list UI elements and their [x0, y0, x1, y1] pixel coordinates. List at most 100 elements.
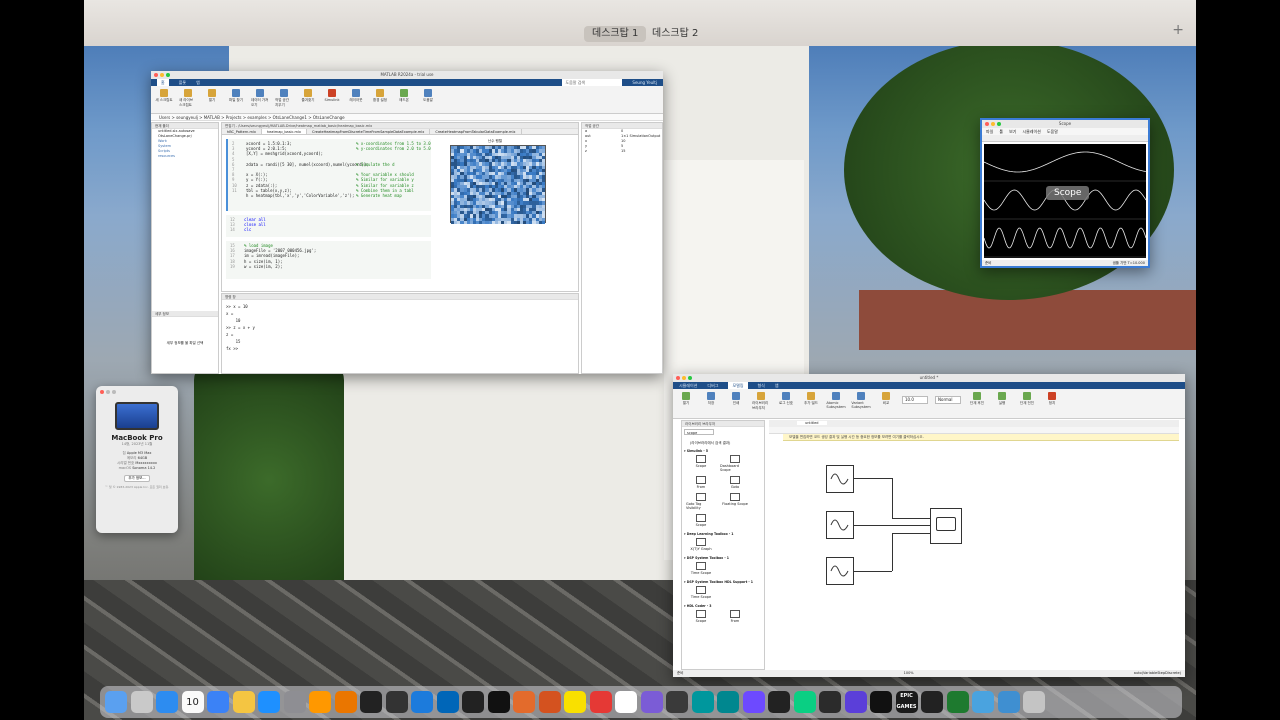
save-button[interactable]: 저장: [702, 392, 720, 415]
signal-line[interactable]: [892, 518, 930, 519]
model-tab[interactable]: untitled: [797, 421, 827, 425]
library-browser-button[interactable]: 라이브러리 브라우저: [752, 392, 770, 415]
vectorworks2-icon[interactable]: [844, 691, 867, 713]
menu-simulation[interactable]: 시뮬레이션: [1022, 128, 1040, 135]
code-line[interactable]: 14 clc: [230, 227, 427, 232]
appstore-icon[interactable]: [258, 691, 280, 713]
mail-icon[interactable]: [207, 691, 229, 713]
folder-icon[interactable]: [972, 691, 994, 713]
help-search-input[interactable]: 도움말 검색: [562, 79, 623, 86]
library-block[interactable]: From: [720, 610, 750, 623]
pixelmator-icon[interactable]: [666, 691, 688, 713]
addons-button[interactable]: 애드온: [395, 89, 413, 103]
tab-apps[interactable]: 앱: [775, 382, 779, 389]
signal-line[interactable]: [892, 478, 893, 518]
sine-wave-block-1[interactable]: [826, 465, 854, 493]
menu-help[interactable]: 도움말: [1047, 128, 1058, 135]
matlab-icon[interactable]: [513, 691, 535, 713]
editor-tab[interactable]: CreateHeatmapFromDiscreteTimeFromSampleD…: [307, 129, 431, 134]
signal-line[interactable]: [892, 533, 930, 534]
simulink-window[interactable]: untitled * 시뮬레이션 디버그 모델링 형식 앱 열기 저장 인쇄 라…: [673, 374, 1185, 677]
sim-mode-select[interactable]: Normal: [935, 396, 961, 404]
zoom-button[interactable]: [997, 122, 1001, 126]
terminal-icon[interactable]: [921, 691, 943, 713]
find-files-button[interactable]: 파일 찾기: [227, 89, 245, 103]
photomator-icon[interactable]: [640, 691, 663, 713]
epicgames-icon[interactable]: EPIC GAMES: [895, 691, 918, 713]
close-button[interactable]: [100, 390, 104, 394]
signal-line[interactable]: [854, 525, 930, 526]
solver-info[interactable]: auto(VariableStepDiscrete): [1134, 670, 1181, 677]
open-button[interactable]: 열기: [677, 392, 695, 415]
run-button[interactable]: 실행: [993, 392, 1011, 415]
figma-icon[interactable]: [793, 691, 816, 713]
calendar-icon[interactable]: 10: [181, 691, 204, 713]
editor-tab[interactable]: hBC_Pattern.mlx: [222, 129, 262, 134]
inkscape-icon[interactable]: [360, 691, 382, 713]
unreal-icon[interactable]: [487, 691, 510, 713]
blender-icon[interactable]: [334, 691, 357, 713]
simulink-titlebar[interactable]: untitled *: [673, 374, 1185, 382]
tab-format[interactable]: 형식: [758, 382, 765, 389]
tab-debug[interactable]: 디버그: [707, 382, 718, 389]
info-banner[interactable]: 모델을 편집하면 코드 생성 결과 및 실행 시간 등 중요한 정보를 보려면 …: [783, 434, 1179, 441]
editor-tab-active[interactable]: heatmap_basic.mlx: [261, 129, 307, 134]
add-space-button[interactable]: +: [1172, 22, 1184, 38]
chrome-icon[interactable]: [615, 691, 637, 713]
tab-simulation[interactable]: 시뮬레이션: [679, 382, 697, 389]
trash-icon[interactable]: [1023, 691, 1045, 713]
sublime-icon[interactable]: [309, 691, 331, 713]
scope-display[interactable]: Scope: [983, 144, 1147, 258]
compare-button[interactable]: 비교: [877, 392, 895, 415]
close-button[interactable]: [985, 122, 989, 126]
help-button[interactable]: 도움말: [419, 89, 437, 103]
code-section-2[interactable]: 12 clear all 13 close all 14 clc: [226, 215, 431, 237]
xcode-icon[interactable]: [411, 691, 433, 713]
tab-apps[interactable]: 앱: [196, 79, 200, 86]
details-header[interactable]: 세부 정보: [152, 311, 218, 317]
step-back-button[interactable]: 단계 후진: [968, 392, 986, 415]
zoom-button[interactable]: [688, 376, 692, 380]
matlab-titlebar[interactable]: MATLAB R2024a - trial use: [151, 71, 663, 79]
library-block[interactable]: Time Scope: [686, 562, 716, 575]
close-button[interactable]: [676, 376, 680, 380]
zoom-button[interactable]: [166, 73, 170, 77]
new-script-button[interactable]: 새 스크립트: [155, 89, 173, 103]
code-section-1[interactable]: 2 xcoord = 1.5:0.1:3;% x-coordinates from…: [226, 139, 431, 211]
atomic-subsystem-button[interactable]: Atomic Subsystem: [826, 392, 846, 415]
open-button[interactable]: 열기: [203, 89, 221, 103]
menu-tools[interactable]: 툴: [999, 128, 1003, 135]
command-output[interactable]: >> x = 10 x = 10 >> z = x + y z = 15 fx >>: [222, 300, 578, 355]
library-block[interactable]: Goto Tag Visibility: [686, 493, 716, 510]
stop-button[interactable]: 정지: [1043, 392, 1061, 415]
preferences-button[interactable]: 환경 설정: [371, 89, 389, 103]
tab-plots[interactable]: 플롯: [179, 79, 186, 86]
more-info-button[interactable]: 추가 정보...: [124, 475, 150, 482]
log-signals-button[interactable]: 로그 신호: [777, 392, 795, 415]
library-block[interactable]: Scope: [686, 514, 716, 527]
model-canvas[interactable]: [783, 442, 1179, 664]
favorites-button[interactable]: 즐겨찾기: [299, 89, 317, 103]
library-block[interactable]: Time Scope: [686, 586, 716, 599]
library-block[interactable]: Scope: [686, 455, 716, 468]
import-data-button[interactable]: 데이터 가져오기: [251, 89, 269, 108]
stop-time-field[interactable]: 10.0: [902, 396, 928, 404]
library-block[interactable]: Dashboard Scope: [720, 455, 750, 472]
space-tab-1[interactable]: 데스크탑 1: [584, 26, 647, 42]
activity-icon[interactable]: [946, 691, 969, 713]
library-block[interactable]: From: [686, 476, 716, 489]
zbrush-icon[interactable]: [385, 691, 408, 713]
signal-line[interactable]: [854, 571, 892, 572]
kakaotalk-icon[interactable]: [564, 691, 586, 713]
user-name[interactable]: Seung Yeultj: [632, 79, 657, 86]
code-line[interactable]: 19 w = size(im, 2);: [230, 264, 427, 269]
build-button[interactable]: 추가 빌드: [802, 392, 820, 415]
simulink-button[interactable]: Simulink: [323, 89, 341, 102]
clear-workspace-button[interactable]: 작업 공간 지우기: [275, 89, 293, 108]
settings-icon[interactable]: [283, 691, 306, 713]
print-button[interactable]: 인쇄: [727, 392, 745, 415]
vscode-icon[interactable]: [436, 691, 459, 713]
code-line[interactable]: h = heatmap(tbl,'x','y','ColorVariable',…: [232, 193, 427, 198]
current-folder-path[interactable]: Users > seungyeulj > MATLAB > Projects >…: [151, 114, 663, 121]
scope-titlebar[interactable]: Scope: [982, 120, 1148, 128]
